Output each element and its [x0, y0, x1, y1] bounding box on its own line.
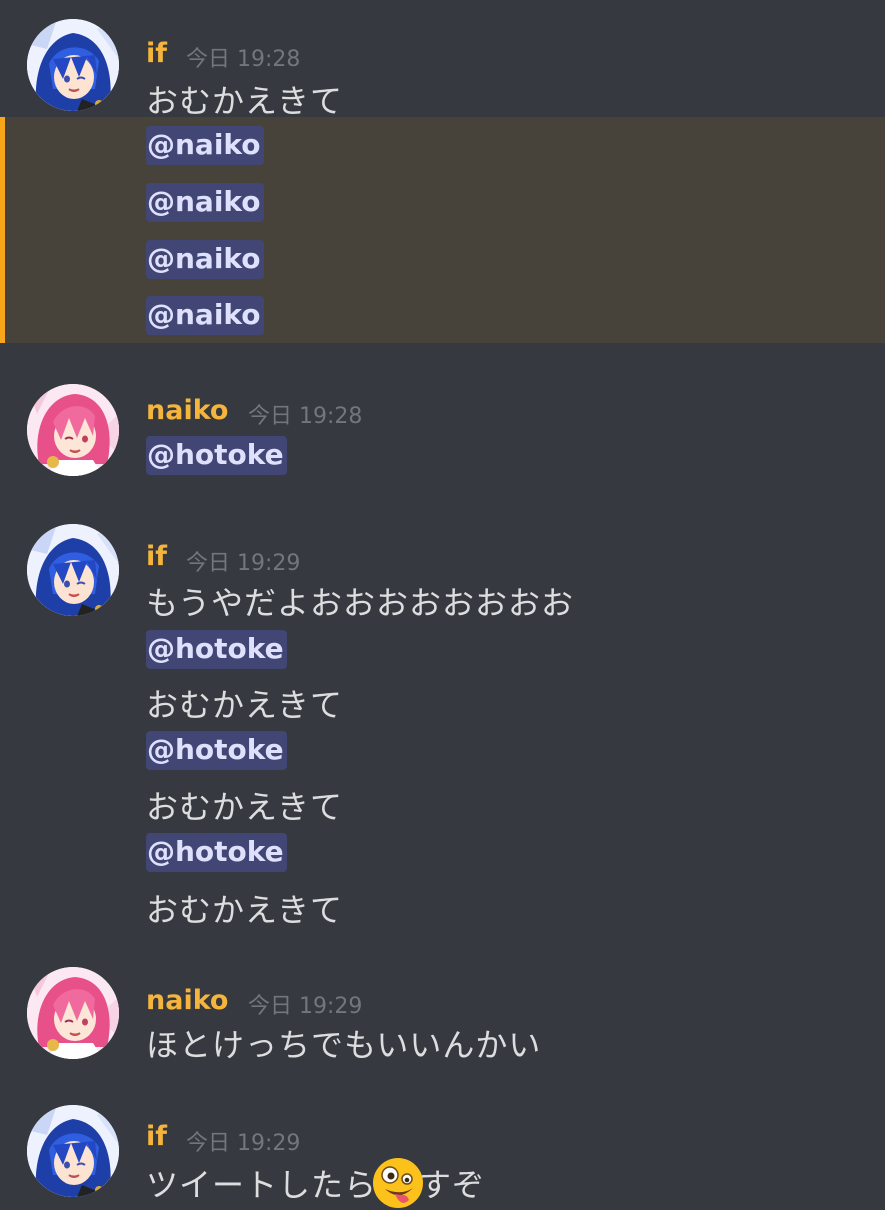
timestamp: 今日 19:28 — [248, 404, 363, 429]
mention-hotoke[interactable]: @hotoke — [146, 436, 287, 475]
avatar-if[interactable] — [27, 524, 119, 616]
mention-hotoke[interactable]: @hotoke — [146, 833, 287, 872]
avatar-naiko[interactable] — [27, 384, 119, 476]
avatar-naiko-image — [27, 967, 119, 1059]
zany-face-emoji[interactable] — [371, 1156, 425, 1210]
avatar-if-image — [27, 524, 119, 616]
username[interactable]: if — [146, 541, 167, 572]
mention-naiko[interactable]: @naiko — [146, 183, 264, 222]
avatar-if-image — [27, 19, 119, 111]
username[interactable]: if — [146, 38, 167, 69]
message-text: ほとけっちでもいいんかい — [146, 1026, 542, 1064]
mention-hotoke[interactable]: @hotoke — [146, 731, 287, 770]
timestamp: 今日 19:28 — [186, 47, 301, 72]
mention-hotoke[interactable]: @hotoke — [146, 630, 287, 669]
timestamp: 今日 19:29 — [186, 551, 301, 576]
username[interactable]: naiko — [146, 395, 228, 426]
timestamp: 今日 19:29 — [186, 1131, 301, 1156]
message-text: おむかえきて — [146, 686, 344, 724]
mention-naiko[interactable]: @naiko — [146, 126, 264, 165]
avatar-naiko[interactable] — [27, 967, 119, 1059]
message-text: ツイートしたら すぞ — [146, 1156, 485, 1210]
avatar-if-image — [27, 1105, 119, 1197]
mention-naiko[interactable]: @naiko — [146, 296, 264, 335]
message-text-part: ツイートしたら — [146, 1166, 378, 1204]
message-text: おむかえきて — [146, 788, 344, 826]
message-text: おむかえきて — [146, 891, 344, 929]
avatar-if[interactable] — [27, 1105, 119, 1197]
message-text: おむかえきて — [146, 82, 344, 120]
username[interactable]: if — [146, 1121, 167, 1152]
avatar-naiko-image — [27, 384, 119, 476]
mention-highlight — [0, 117, 885, 343]
message-text: もうやだよおおおおおおおお — [146, 584, 575, 622]
username[interactable]: naiko — [146, 985, 228, 1016]
message-text-part: すぞ — [419, 1166, 486, 1204]
mention-naiko[interactable]: @naiko — [146, 240, 264, 279]
avatar-if[interactable] — [27, 19, 119, 111]
timestamp: 今日 19:29 — [248, 994, 363, 1019]
